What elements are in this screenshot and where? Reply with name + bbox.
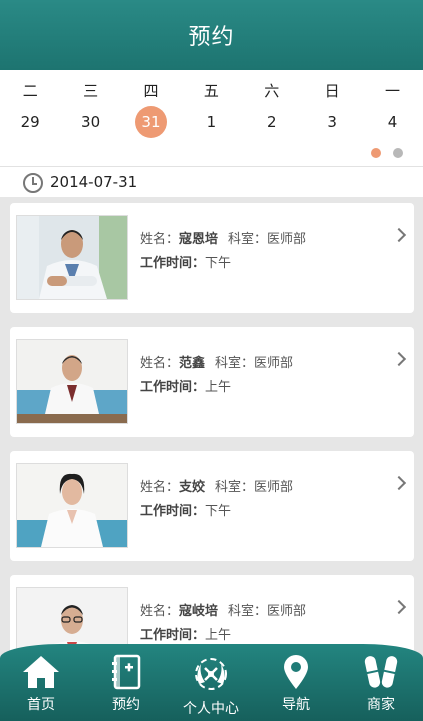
logo-wreath-icon bbox=[195, 658, 227, 690]
weekday-label: 三 bbox=[83, 82, 99, 100]
date-number: 29 bbox=[20, 113, 40, 131]
tab-appointment[interactable]: 预约 bbox=[96, 654, 156, 714]
date-number: 3 bbox=[327, 113, 337, 131]
name-label: 姓名： bbox=[140, 604, 180, 619]
date-cell[interactable]: 2 bbox=[242, 106, 302, 138]
doctor-dept: 医师部 bbox=[254, 480, 294, 495]
tab-label: 导航 bbox=[282, 697, 310, 713]
page-dot-active[interactable] bbox=[371, 148, 381, 158]
weekday-label: 二 bbox=[22, 82, 38, 100]
doctor-name: 支姣 bbox=[179, 480, 206, 495]
selected-date-bar: 2014-07-31 bbox=[0, 166, 423, 197]
date-cell[interactable]: 30 bbox=[60, 106, 120, 138]
chevron-right-icon[interactable] bbox=[391, 227, 407, 243]
clock-icon bbox=[23, 173, 43, 193]
doctor-time: 下午 bbox=[205, 256, 232, 271]
doctor-time: 上午 bbox=[205, 380, 232, 395]
name-label: 姓名： bbox=[140, 480, 180, 495]
time-label: 工作时间： bbox=[140, 504, 206, 519]
chevron-right-icon[interactable] bbox=[391, 351, 407, 367]
doctor-dept: 医师部 bbox=[267, 232, 307, 247]
name-label: 姓名： bbox=[140, 232, 180, 247]
name-label: 姓名： bbox=[140, 356, 180, 371]
weekday-row: 二 三 四 五 六 日 一 bbox=[0, 80, 423, 102]
doctor-time: 下午 bbox=[205, 504, 232, 519]
selected-date-text: 2014-07-31 bbox=[50, 173, 138, 191]
weekday-label: 日 bbox=[324, 82, 340, 100]
date-row: 29 30 31 1 2 3 4 bbox=[0, 106, 423, 138]
doctor-time: 上午 bbox=[205, 628, 232, 643]
tab-personal-center[interactable]: 个人中心 bbox=[181, 654, 241, 718]
tab-label: 个人中心 bbox=[183, 701, 239, 717]
dept-label: 科室： bbox=[215, 480, 255, 495]
doctor-photo bbox=[16, 215, 128, 300]
date-cell[interactable]: 4 bbox=[362, 106, 422, 138]
page-title: 预约 bbox=[188, 25, 235, 50]
home-icon bbox=[23, 656, 59, 688]
date-cell[interactable]: 3 bbox=[302, 106, 362, 138]
time-label: 工作时间： bbox=[140, 628, 206, 643]
doctor-card[interactable]: 姓名：寇恩培 科室：医师部 工作时间：下午 bbox=[10, 203, 414, 313]
page-dot[interactable] bbox=[393, 148, 403, 158]
app-header: 预约 bbox=[0, 0, 423, 70]
week-calendar: 二 三 四 五 六 日 一 29 30 31 1 2 3 4 bbox=[0, 70, 423, 166]
doctor-info: 姓名：支姣 科室：医师部 工作时间：下午 bbox=[140, 477, 293, 523]
time-label: 工作时间： bbox=[140, 256, 206, 271]
date-cell[interactable]: 1 bbox=[181, 106, 241, 138]
dept-label: 科室： bbox=[228, 604, 268, 619]
weekday-label: 一 bbox=[385, 82, 401, 100]
doctor-name: 范鑫 bbox=[179, 356, 206, 371]
weekday-label: 六 bbox=[264, 82, 280, 100]
tab-merchant[interactable]: 商家 bbox=[351, 654, 411, 714]
doctor-card[interactable]: 姓名：范鑫 科室：医师部 工作时间：上午 bbox=[10, 327, 414, 437]
book-plus-icon bbox=[112, 654, 141, 690]
pills-icon bbox=[364, 656, 398, 688]
doctor-dept: 医师部 bbox=[254, 356, 294, 371]
doctor-card[interactable]: 姓名：支姣 科室：医师部 工作时间：下午 bbox=[10, 451, 414, 561]
weekday-label: 四 bbox=[143, 82, 159, 100]
doctor-info: 姓名：寇岐培 科室：医师部 工作时间：上午 bbox=[140, 601, 306, 647]
date-cell-selected[interactable]: 31 bbox=[121, 106, 181, 138]
date-number: 2 bbox=[266, 113, 277, 131]
doctor-photo bbox=[16, 463, 128, 548]
date-cell[interactable]: 29 bbox=[0, 106, 60, 138]
tab-label: 商家 bbox=[367, 697, 395, 713]
tab-navigation[interactable]: 导航 bbox=[266, 654, 326, 714]
weekday-label: 五 bbox=[203, 82, 219, 100]
doctor-dept: 医师部 bbox=[267, 604, 307, 619]
selected-date-number: 31 bbox=[134, 106, 167, 138]
doctor-photo bbox=[16, 339, 128, 424]
doctor-info: 姓名：寇恩培 科室：医师部 工作时间：下午 bbox=[140, 229, 306, 275]
tab-label: 预约 bbox=[112, 697, 140, 713]
chevron-right-icon[interactable] bbox=[391, 475, 407, 491]
doctor-name: 寇岐培 bbox=[179, 604, 219, 619]
map-pin-icon bbox=[284, 655, 308, 689]
date-number: 30 bbox=[81, 113, 101, 131]
chevron-right-icon[interactable] bbox=[391, 599, 407, 615]
time-label: 工作时间： bbox=[140, 380, 206, 395]
dept-label: 科室： bbox=[228, 232, 268, 247]
page-indicator bbox=[371, 148, 403, 158]
doctor-info: 姓名：范鑫 科室：医师部 工作时间：上午 bbox=[140, 353, 293, 399]
tab-home[interactable]: 首页 bbox=[11, 654, 71, 714]
dept-label: 科室： bbox=[215, 356, 255, 371]
date-number: 1 bbox=[206, 113, 217, 131]
date-number: 4 bbox=[387, 113, 398, 131]
doctor-name: 寇恩培 bbox=[179, 232, 219, 247]
tab-label: 首页 bbox=[27, 697, 55, 713]
bottom-tab-bar: 首页 预约 个人中心 导航 商家 bbox=[0, 644, 423, 721]
